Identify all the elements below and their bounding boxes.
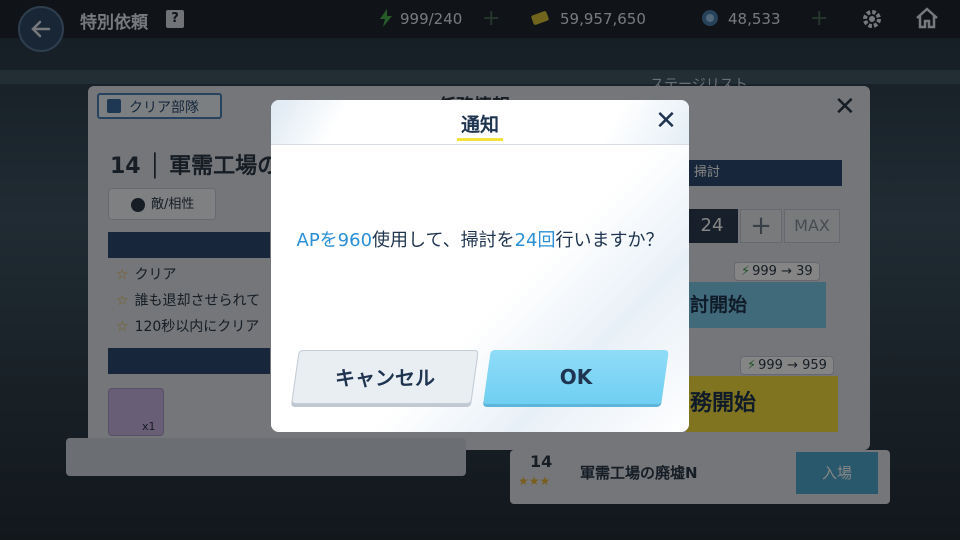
dialog-title: 通知 <box>460 114 499 136</box>
dialog-message: APを960使用して、掃討を24回行いますか？ <box>296 230 664 251</box>
title-underline <box>457 138 503 141</box>
ok-button-label: OK <box>559 365 593 389</box>
ok-button[interactable]: OK <box>483 350 669 404</box>
dialog-close-icon[interactable]: ✕ <box>651 106 681 136</box>
cancel-button-label: キャンセル <box>335 366 435 390</box>
notice-dialog: 通知 ✕ APを960使用して、掃討を24回行いますか？ キャンセル OK <box>271 100 689 432</box>
cancel-button[interactable]: キャンセル <box>291 350 479 404</box>
